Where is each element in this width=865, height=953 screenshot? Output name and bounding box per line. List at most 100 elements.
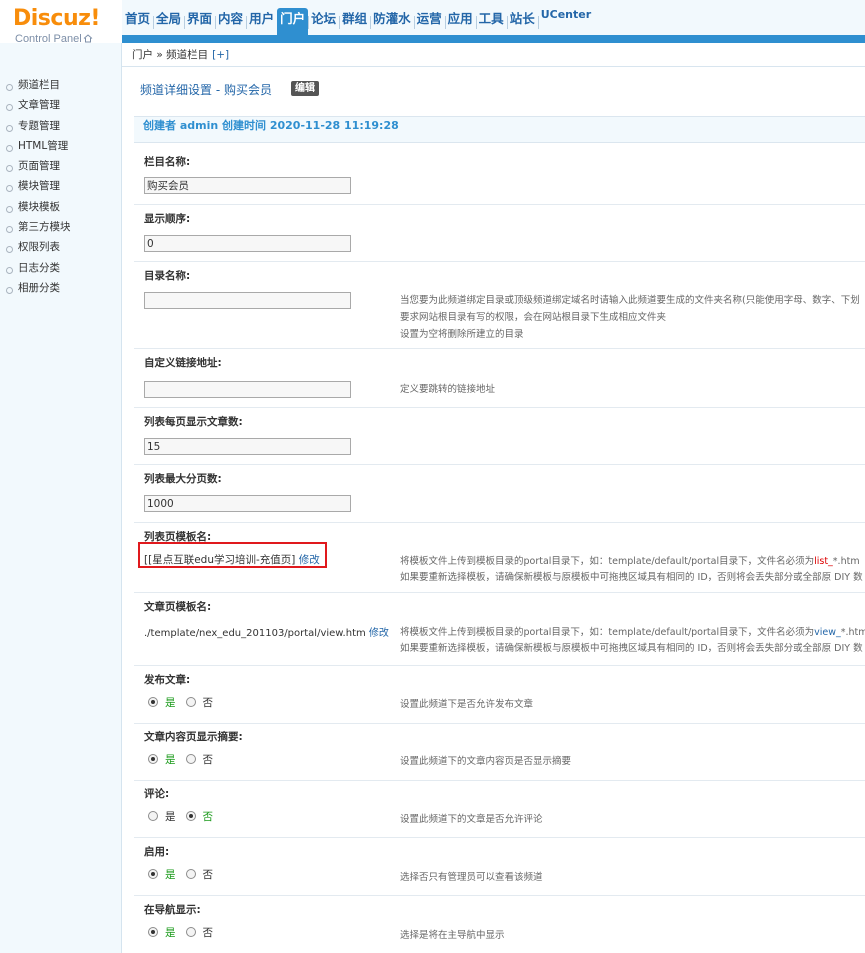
row-divider xyxy=(134,665,865,666)
view-tpl-hint-1: 将模板文件上传到模板目录的portal目录下，如：template/defaul… xyxy=(400,625,865,641)
edit-button[interactable]: 编辑 xyxy=(291,81,319,96)
enable-label: 启用: xyxy=(144,846,170,858)
nav-extended[interactable]: 运营 xyxy=(413,8,445,35)
nav-show-radio-group: 是 否 xyxy=(148,925,223,939)
nav-show-label: 在导航显示: xyxy=(144,904,201,916)
nav-founder[interactable]: 站长 xyxy=(506,8,538,35)
nav-show-no-radio[interactable] xyxy=(185,927,196,937)
row-divider xyxy=(134,837,865,838)
list-tpl-hint-prefix: list_ xyxy=(814,556,833,567)
enable-yes-radio[interactable] xyxy=(148,869,158,879)
comment-radio-group: 是 否 xyxy=(148,809,223,823)
row-divider xyxy=(134,464,865,465)
row-divider xyxy=(134,522,865,523)
add-category-link[interactable]: [+] xyxy=(212,49,229,61)
comment-no-label[interactable]: 否 xyxy=(203,809,214,824)
nav-home[interactable]: 首页 xyxy=(122,8,153,35)
row-divider xyxy=(134,895,865,896)
enable-no-radio[interactable] xyxy=(185,869,196,879)
dir-label: 目录名称: xyxy=(144,270,191,282)
creator-info: 创建者 admin 创建时间 2020-11-28 11:19:28 xyxy=(134,116,865,143)
summary-no-label[interactable]: 否 xyxy=(203,752,214,767)
nav-ucenter[interactable]: UCenter xyxy=(537,8,594,35)
enable-yes-label[interactable]: 是 xyxy=(165,867,176,882)
row-divider xyxy=(134,204,865,205)
comment-hint: 设置此频道下的文章是否允许评论 xyxy=(400,814,543,825)
publish-no-radio[interactable] xyxy=(185,697,196,707)
perpage-label: 列表每页显示文章数: xyxy=(144,416,243,428)
nav-global[interactable]: 全局 xyxy=(153,8,184,35)
logo[interactable]: Discuz! Control Panel xyxy=(0,0,122,45)
dir-input[interactable] xyxy=(144,292,351,309)
publish-no-label[interactable]: 否 xyxy=(203,695,214,710)
sidebar-item-article[interactable]: 文章管理 xyxy=(0,97,122,117)
enable-no-label[interactable]: 否 xyxy=(203,867,214,882)
nav-tools[interactable]: 工具 xyxy=(475,8,507,35)
page-title: 频道详细设置 - 购买会员 xyxy=(140,83,272,97)
view-tpl-hint-prefix: view_ xyxy=(814,627,841,638)
nav-user[interactable]: 用户 xyxy=(246,8,277,35)
nav-group[interactable]: 群组 xyxy=(339,8,370,35)
sidebar-item-album-cat[interactable]: 相册分类 xyxy=(0,280,122,300)
sidebar-item-category[interactable]: 频道栏目 xyxy=(0,77,122,97)
dir-hint-1: 当您要为此频道绑定目录或顶级频道绑定域名时请输入此频道要生成的文件夹名称(只能使… xyxy=(400,295,860,306)
publish-yes-radio[interactable] xyxy=(148,697,158,707)
nav-safe[interactable]: 防灌水 xyxy=(370,8,414,35)
sidebar-item-page[interactable]: 页面管理 xyxy=(0,158,122,178)
nav-style[interactable]: 界面 xyxy=(184,8,215,35)
summary-yes-radio[interactable] xyxy=(148,754,158,764)
view-tpl-value: ./template/nex_edu_201103/portal/view.ht… xyxy=(144,624,389,639)
list-tpl-hint-text: 将模板文件上传到模板目录的portal目录下，如：template/defaul… xyxy=(400,556,815,567)
perpage-input[interactable] xyxy=(144,438,351,455)
breadcrumb: 门户 » 频道栏目 [+] xyxy=(122,43,865,67)
nav-plugin[interactable]: 应用 xyxy=(444,8,476,35)
publish-hint: 设置此频道下是否允许发布文章 xyxy=(400,699,534,710)
order-label: 显示顺序: xyxy=(144,213,191,225)
sidebar-item-html[interactable]: HTML管理 xyxy=(0,138,122,158)
nav-show-no-label[interactable]: 否 xyxy=(203,925,214,940)
summary-no-radio[interactable] xyxy=(185,754,196,764)
breadcrumb-path[interactable]: 门户 » 频道栏目 xyxy=(132,49,208,61)
home-icon xyxy=(83,34,92,43)
maxpage-input[interactable] xyxy=(144,495,351,512)
view-tpl-modify-link[interactable]: 修改 xyxy=(369,628,389,639)
nav-forum[interactable]: 论坛 xyxy=(308,8,339,35)
comment-label: 评论: xyxy=(144,788,170,800)
url-hint: 定义要跳转的链接地址 xyxy=(400,384,496,395)
sidebar-item-block-tpl[interactable]: 模块模板 xyxy=(0,199,122,219)
list-tpl-hint-suffix: *.htm xyxy=(832,556,860,567)
comment-yes-radio[interactable] xyxy=(148,811,158,821)
view-tpl-path: ./template/nex_edu_201103/portal/view.ht… xyxy=(144,628,366,639)
url-input[interactable] xyxy=(144,381,351,398)
summary-yes-label[interactable]: 是 xyxy=(165,752,176,767)
main-content: 频道详细设置 - 购买会员 编辑 创建者 admin 创建时间 2020-11-… xyxy=(134,67,865,953)
nav-show-hint: 选择是将在主导航中显示 xyxy=(400,930,505,941)
top-navigation: 首页 全局 界面 内容 用户 门户 论坛 群组 防灌水 运营 应用 工具 站长 … xyxy=(122,8,594,35)
nav-portal[interactable]: 门户 xyxy=(277,8,309,35)
summary-radio-group: 是 否 xyxy=(148,752,223,766)
nav-content[interactable]: 内容 xyxy=(215,8,246,35)
sidebar-item-blog-cat[interactable]: 日志分类 xyxy=(0,260,122,280)
publish-yes-label[interactable]: 是 xyxy=(165,695,176,710)
header: Discuz! Control Panel 首页 全局 界面 内容 用户 门户 … xyxy=(0,0,865,45)
comment-yes-label[interactable]: 是 xyxy=(165,809,176,824)
publish-label: 发布文章: xyxy=(144,674,191,686)
sidebar-divider xyxy=(121,43,122,953)
row-divider xyxy=(134,261,865,262)
sidebar: 频道栏目 文章管理 专题管理 HTML管理 页面管理 模块管理 模块模板 第三方… xyxy=(0,43,122,953)
nav-show-yes-radio[interactable] xyxy=(148,927,158,937)
enable-hint: 选择否只有管理员可以查看该频道 xyxy=(400,872,543,883)
nav-show-yes-label[interactable]: 是 xyxy=(165,925,176,940)
order-input[interactable] xyxy=(144,235,351,252)
name-input[interactable] xyxy=(144,177,351,194)
row-divider xyxy=(134,592,865,593)
sidebar-item-topic[interactable]: 专题管理 xyxy=(0,118,122,138)
sidebar-item-block[interactable]: 模块管理 xyxy=(0,178,122,198)
sidebar-item-third-block[interactable]: 第三方模块 xyxy=(0,219,122,239)
view-tpl-hint-2: 如果要重新选择模板，请确保新模板与原模板中可拖拽区域具有相同的 ID，否则将会丢… xyxy=(400,643,863,654)
row-divider xyxy=(134,407,865,408)
row-divider xyxy=(134,348,865,349)
comment-no-radio[interactable] xyxy=(185,811,196,821)
maxpage-label: 列表最大分页数: xyxy=(144,473,222,485)
sidebar-item-perm[interactable]: 权限列表 xyxy=(0,239,122,259)
